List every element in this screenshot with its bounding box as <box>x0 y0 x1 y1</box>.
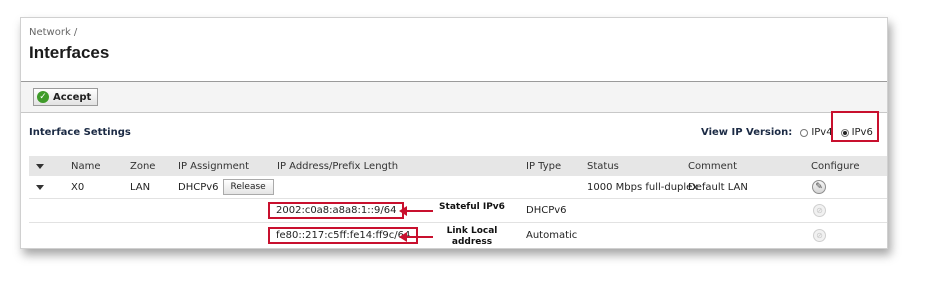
chevron-down-icon[interactable] <box>36 184 44 190</box>
ipv4-option[interactable]: IPv4 <box>800 127 833 138</box>
header-status[interactable]: Status <box>587 156 619 176</box>
header-comment[interactable]: Comment <box>688 156 737 176</box>
disabled-configure-icon: ⊘ <box>813 204 826 217</box>
ip-type-value: Automatic <box>526 229 578 241</box>
header-configure: Configure <box>811 160 860 172</box>
header-ip-type[interactable]: IP Type <box>526 156 561 176</box>
header-name[interactable]: Name <box>71 156 101 176</box>
table-row[interactable]: X0 LAN DHCPv6 Release 1000 Mbps full-dup… <box>29 176 887 199</box>
interface-status: 1000 Mbps full-duplex <box>587 181 699 193</box>
breadcrumb[interactable]: Network / <box>29 27 77 38</box>
ip-address-cell: 2002:c0a8:a8a8:1::9/64 <box>268 199 405 222</box>
table-header: Name Zone IP Assignment IP Address/Prefi… <box>29 156 887 176</box>
ipv6-highlight-box <box>831 111 879 142</box>
accept-label: Accept <box>53 91 92 103</box>
link-local-callout: Link Local address <box>431 226 513 248</box>
ip-type-value: DHCPv6 <box>526 205 567 216</box>
ip-address-value: fe80::217:c5ff:fe14:ff9c/64 <box>268 226 419 244</box>
interface-name: X0 <box>71 181 85 193</box>
page-title: Interfaces <box>29 43 110 62</box>
stateful-ipv6-callout: Stateful IPv6 <box>439 202 505 212</box>
configure-button[interactable]: ✎ <box>812 176 826 198</box>
annotation-arrow <box>399 206 433 216</box>
header-ip-assignment[interactable]: IP Assignment <box>178 156 249 176</box>
ip-assignment-cell: DHCPv6 Release <box>178 176 274 198</box>
toolbar: ✓ Accept <box>21 82 887 113</box>
header-zone[interactable]: Zone <box>130 156 155 176</box>
interfaces-panel: Network / Interfaces ✓ Accept Interface … <box>20 17 888 249</box>
configure-button-disabled: ⊘ <box>813 199 826 222</box>
disabled-configure-icon: ⊘ <box>813 228 826 242</box>
configure-button-disabled: ⊘ <box>813 223 826 247</box>
ip-address-value: 2002:c0a8:a8a8:1::9/64 <box>268 202 405 219</box>
ipv4-label: IPv4 <box>811 127 833 138</box>
chevron-down-icon[interactable] <box>36 163 44 169</box>
link-local-line-1: Link Local <box>446 226 498 236</box>
header-ip-address[interactable]: IP Address/Prefix Length <box>277 156 398 176</box>
release-button[interactable]: Release <box>222 179 274 195</box>
interface-comment: Default LAN <box>688 181 748 193</box>
interface-zone: LAN <box>130 181 151 193</box>
annotation-arrow <box>399 232 433 242</box>
ipv4-radio[interactable] <box>800 128 809 137</box>
accept-button[interactable]: ✓ Accept <box>33 88 99 106</box>
ip-address-cell: fe80::217:c5ff:fe14:ff9c/64 <box>268 223 419 247</box>
check-circle-icon: ✓ <box>37 91 49 103</box>
pencil-icon[interactable]: ✎ <box>812 180 826 194</box>
section-title: Interface Settings <box>29 127 131 138</box>
link-local-line-2: address <box>451 237 493 247</box>
expand-all-toggle[interactable] <box>36 156 44 176</box>
ip-assignment-value: DHCPv6 <box>178 181 219 193</box>
ip-version-label: View IP Version: <box>701 127 793 138</box>
row-expand-toggle[interactable] <box>36 176 44 198</box>
